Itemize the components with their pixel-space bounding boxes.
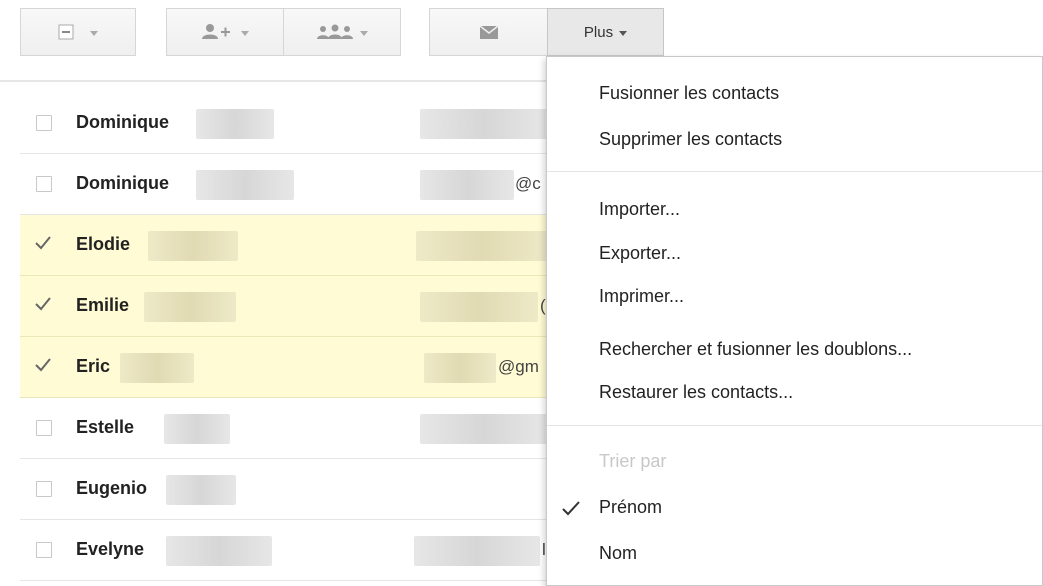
- contact-row[interactable]: Eugenio: [20, 459, 548, 520]
- contact-name: Emilie: [76, 295, 130, 315]
- menu-item-print[interactable]: Imprimer...: [599, 286, 684, 307]
- redacted-email: [414, 536, 540, 566]
- chevron-down-icon: [241, 30, 249, 36]
- menu-heading-sort-by: Trier par: [599, 451, 667, 471]
- contact-name: Dominique: [76, 112, 169, 132]
- redacted-email: [420, 414, 548, 444]
- menu-item-delete-contacts[interactable]: Supprimer les contacts: [599, 129, 782, 150]
- row-checkbox[interactable]: [36, 176, 52, 192]
- contact-email: (: [540, 296, 546, 315]
- menu-divider: [547, 171, 1042, 172]
- menu-item-export[interactable]: Exporter...: [599, 243, 681, 264]
- groups-button[interactable]: [283, 8, 401, 56]
- row-checkbox[interactable]: [36, 420, 52, 436]
- menu-item-sort-firstname[interactable]: Prénom: [599, 497, 662, 518]
- menu-item-sort-lastname[interactable]: Nom: [599, 543, 637, 564]
- contact-email: @gm: [498, 357, 539, 376]
- contact-row[interactable]: Emilie (: [20, 276, 548, 337]
- more-button-label: Plus: [583, 23, 614, 41]
- contact-name: Eric: [76, 356, 111, 376]
- envelope-icon: [479, 25, 498, 39]
- contact-name: Eugenio: [76, 478, 147, 498]
- checkmark-icon: [562, 501, 580, 516]
- add-to-contacts-button[interactable]: [166, 8, 284, 56]
- menu-item-restore-contacts[interactable]: Restaurer les contacts...: [599, 382, 793, 403]
- redacted-lastname: [120, 353, 194, 383]
- contact-row[interactable]: Elodie: [20, 215, 548, 276]
- contact-row[interactable]: Dominique @c: [20, 154, 548, 215]
- checkmark-icon[interactable]: [34, 356, 52, 374]
- chevron-down-icon: [90, 30, 98, 36]
- contact-name: Elodie: [76, 234, 131, 254]
- redacted-lastname: [144, 292, 236, 322]
- contact-email: @c: [515, 174, 541, 193]
- contact-row[interactable]: Dominique: [20, 93, 548, 154]
- row-checkbox[interactable]: [36, 542, 52, 558]
- contact-row[interactable]: Eric @gm: [20, 337, 548, 398]
- contact-name: Dominique: [76, 173, 169, 193]
- redacted-lastname: [196, 170, 294, 200]
- contact-name: Estelle: [76, 417, 135, 437]
- person-add-icon: [202, 24, 230, 39]
- chevron-down-icon: [619, 30, 628, 36]
- contact-list: Dominique Dominique @c Elodie Emilie ( E…: [20, 93, 548, 581]
- menu-item-merge-contacts[interactable]: Fusionner les contacts: [599, 83, 779, 104]
- select-checkbox-dropdown[interactable]: [20, 8, 136, 56]
- redacted-email: [420, 292, 538, 322]
- groups-icon: [317, 24, 353, 39]
- contact-row[interactable]: Estelle: [20, 398, 548, 459]
- redacted-lastname: [164, 414, 230, 444]
- redacted-email: [424, 353, 496, 383]
- row-checkbox[interactable]: [36, 115, 52, 131]
- more-dropdown-button[interactable]: Plus: [547, 8, 664, 56]
- redacted-lastname: [196, 109, 274, 139]
- redacted-lastname: [166, 536, 272, 566]
- email-button[interactable]: [429, 8, 548, 56]
- redacted-email: [420, 109, 548, 139]
- menu-divider: [547, 425, 1042, 426]
- checkbox-indeterminate-icon: [58, 24, 74, 40]
- chevron-down-icon: [360, 30, 368, 36]
- checkmark-icon[interactable]: [34, 234, 52, 252]
- toolbar-divider: [0, 80, 548, 82]
- contact-row[interactable]: Evelyne l: [20, 520, 548, 581]
- more-actions-menu: Fusionner les contacts Supprimer les con…: [546, 56, 1043, 586]
- redacted-lastname: [148, 231, 238, 261]
- contact-name: Evelyne: [76, 539, 145, 559]
- menu-item-import[interactable]: Importer...: [599, 199, 680, 220]
- row-checkbox[interactable]: [36, 481, 52, 497]
- redacted-email: [420, 170, 514, 200]
- menu-item-find-duplicates[interactable]: Rechercher et fusionner les doublons...: [599, 339, 912, 360]
- redacted-lastname: [166, 475, 236, 505]
- checkmark-icon[interactable]: [34, 295, 52, 313]
- redacted-email: [416, 231, 548, 261]
